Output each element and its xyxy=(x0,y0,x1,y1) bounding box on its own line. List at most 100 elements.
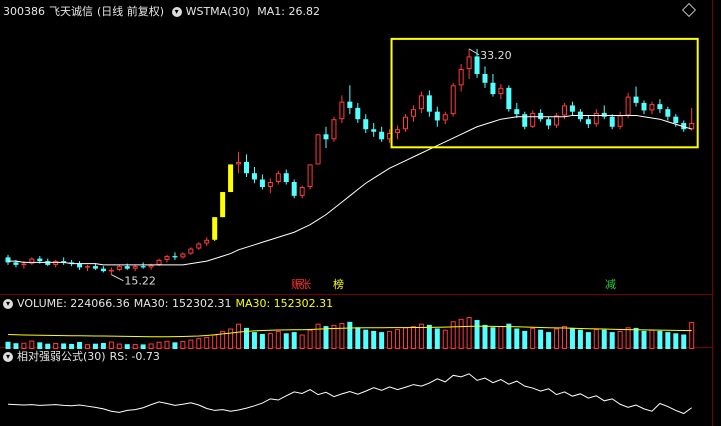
candle xyxy=(164,256,170,260)
volume-bar xyxy=(458,318,464,349)
highlight-box xyxy=(390,37,699,149)
indicator-menu-icon[interactable]: ▾ xyxy=(171,7,182,17)
candle xyxy=(657,104,663,110)
candle xyxy=(291,182,297,196)
volume-bar xyxy=(593,329,599,349)
candle xyxy=(331,119,337,140)
volume-bar xyxy=(569,327,575,349)
candle xyxy=(92,266,98,269)
event-tag-jian[interactable]: 减 xyxy=(604,278,617,292)
high-marker-line xyxy=(468,48,480,56)
volume-bar xyxy=(395,329,401,349)
candle xyxy=(37,258,43,262)
candle xyxy=(498,87,504,95)
volume-bar xyxy=(434,328,440,349)
candle xyxy=(204,239,210,244)
candle xyxy=(410,109,416,117)
candle xyxy=(569,105,575,112)
volume-menu-icon[interactable]: ▾ xyxy=(3,299,13,309)
candle xyxy=(514,109,520,115)
candle xyxy=(100,268,106,272)
volume-bar xyxy=(514,328,520,349)
rs-header: ▾ 相对强弱公式(30) RS: -0.73 xyxy=(3,348,164,366)
candle xyxy=(363,119,369,130)
rs-chart[interactable] xyxy=(0,366,712,424)
candle xyxy=(267,182,273,188)
low-price-label: 15.22 xyxy=(124,275,156,288)
candle xyxy=(85,266,90,268)
candle xyxy=(156,259,162,265)
candle xyxy=(641,102,647,111)
volume-bar xyxy=(498,326,504,349)
volume-bar xyxy=(180,341,186,349)
volume-bar xyxy=(617,330,623,349)
candle xyxy=(307,164,313,188)
price-chart[interactable]: 33.20 15.22 xyxy=(0,18,712,294)
volume-bar xyxy=(546,332,552,349)
candle xyxy=(116,266,122,270)
ma1-value: MA1: 26.82 xyxy=(257,5,320,18)
candle xyxy=(315,134,321,165)
candle xyxy=(403,116,408,130)
candle xyxy=(665,109,671,117)
candle xyxy=(633,96,639,103)
volume-bar xyxy=(307,329,313,349)
indicator-name[interactable]: WSTMA(30) xyxy=(186,5,250,18)
candle xyxy=(13,262,19,265)
candle xyxy=(212,217,218,240)
event-tag-zhang[interactable]: 张 xyxy=(299,278,312,292)
candle xyxy=(132,266,138,269)
high-price-label: 33.20 xyxy=(480,49,512,62)
volume-bar xyxy=(633,327,639,349)
candle xyxy=(196,243,202,249)
volume-bar xyxy=(267,333,273,349)
candle xyxy=(585,119,591,125)
volume-bar xyxy=(665,332,671,349)
candle xyxy=(220,192,226,218)
candle xyxy=(649,104,655,111)
volume-bar xyxy=(172,342,178,349)
volume-bar xyxy=(251,332,257,349)
candle xyxy=(379,131,385,140)
candle xyxy=(562,105,567,116)
stock-name[interactable]: 飞天诚信 xyxy=(49,5,93,18)
period-label[interactable]: (日线 前复权) xyxy=(97,5,164,18)
candle xyxy=(259,179,265,188)
candle xyxy=(299,187,305,196)
event-tag-bang[interactable]: 榜 xyxy=(332,278,345,292)
volume-bar xyxy=(387,330,393,349)
stock-code[interactable]: 300386 xyxy=(3,5,45,18)
volume-bar xyxy=(554,328,560,349)
volume-bar xyxy=(673,333,679,349)
diamond-icon[interactable] xyxy=(681,2,697,18)
candle xyxy=(283,173,289,182)
candle xyxy=(45,261,51,265)
rs-menu-icon[interactable]: ▾ xyxy=(3,352,13,362)
candle xyxy=(530,112,536,127)
volume-bar xyxy=(490,327,496,349)
candle xyxy=(434,111,440,121)
candle xyxy=(458,68,464,86)
candle xyxy=(673,116,679,123)
rs-title: 相对强弱公式(30) xyxy=(17,350,106,363)
volume-bar xyxy=(530,327,536,349)
candle xyxy=(625,96,631,116)
candle xyxy=(108,269,114,272)
candle xyxy=(180,253,186,258)
candle xyxy=(5,257,11,263)
candle xyxy=(609,116,615,127)
candle xyxy=(251,173,257,180)
candle xyxy=(482,74,488,83)
volume-bar xyxy=(164,340,170,350)
volume-bar xyxy=(299,334,305,349)
volume-bar xyxy=(228,328,234,349)
volume-bar xyxy=(196,338,202,350)
volume-bar xyxy=(538,329,544,349)
low-marker-line xyxy=(111,274,124,282)
volume-bar xyxy=(609,332,615,349)
volume-ma-a: MA30: 152302.31 xyxy=(133,297,232,310)
volume-bar xyxy=(466,317,472,350)
volume-chart[interactable] xyxy=(0,312,712,350)
volume-bar xyxy=(403,327,408,349)
volume-bar xyxy=(236,323,242,349)
